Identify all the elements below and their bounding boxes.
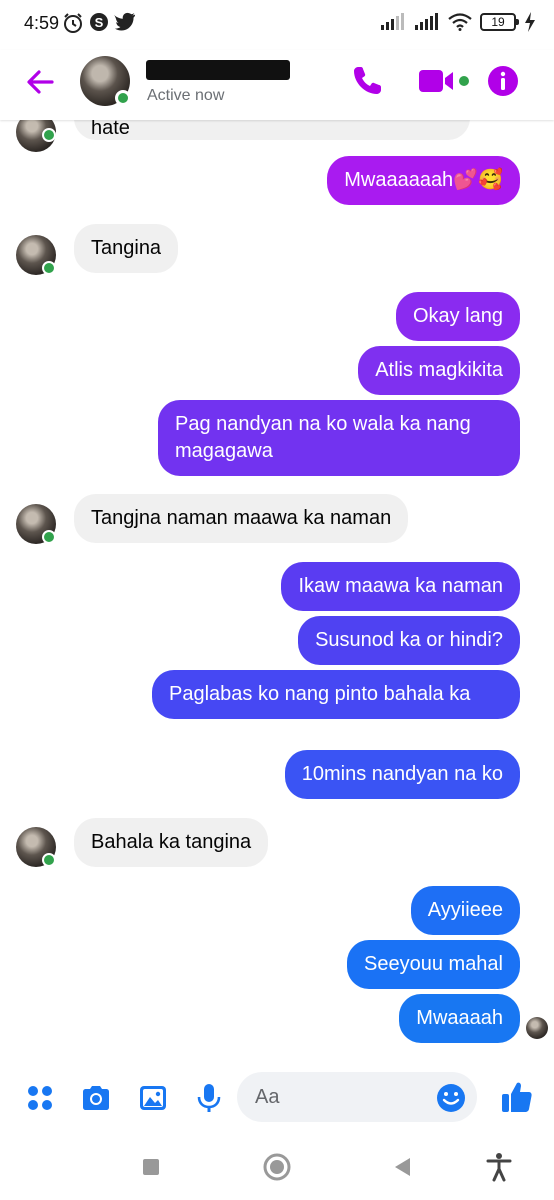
online-indicator (115, 90, 131, 106)
message-bubble-outgoing[interactable]: Mwaaaaaah💕🥰 (327, 156, 520, 205)
message-bubble-outgoing[interactable]: Mwaaaah (399, 994, 520, 1043)
charging-icon (525, 12, 535, 32)
skype-icon: S (90, 13, 108, 31)
thumbs-up-icon[interactable] (500, 1080, 534, 1114)
seen-receipt-avatar (526, 1017, 548, 1039)
message-bubble-outgoing[interactable]: Pag nandyan na ko wala ka nang magagawa (158, 400, 520, 476)
alarm-icon (64, 13, 82, 33)
message-bubble-outgoing[interactable]: 10mins nandyan na ko (284, 750, 520, 799)
back-triangle-icon[interactable] (388, 1152, 418, 1182)
online-indicator (42, 128, 56, 142)
message-bubble-incoming[interactable]: Tangjna naman maawa ka naman (74, 494, 409, 543)
signal-icon (415, 13, 438, 30)
emoji-icon[interactable] (436, 1083, 466, 1113)
video-camera-icon[interactable] (417, 64, 473, 98)
accessibility-icon[interactable] (484, 1152, 514, 1182)
message-bubble-outgoing[interactable]: Atlis magkikita (358, 346, 520, 395)
conversation-header: Active now (0, 50, 554, 120)
battery-icon: 19 (480, 13, 519, 31)
wifi-icon (448, 13, 472, 31)
svg-text:S: S (95, 15, 104, 30)
status-bar: 4:59 S 19 (0, 0, 554, 50)
message-bubble-outgoing[interactable]: Paglabas ko nang pinto bahala ka (152, 670, 520, 719)
phone-icon[interactable] (350, 64, 384, 98)
android-nav-bar (0, 1134, 554, 1200)
info-icon[interactable] (486, 64, 520, 98)
back-arrow-icon[interactable] (22, 64, 58, 100)
message-bubble-outgoing[interactable]: Susunod ka or hindi? (298, 616, 520, 665)
online-indicator (42, 853, 56, 867)
image-icon[interactable] (137, 1082, 169, 1114)
active-status: Active now (147, 87, 225, 104)
message-bubble-incoming[interactable]: Bahala ka tangina (74, 818, 269, 867)
recents-square-icon[interactable] (136, 1152, 166, 1182)
message-bubble-outgoing[interactable]: Ayyiieee (410, 886, 520, 935)
message-composer (0, 1062, 554, 1134)
message-bubble-incoming[interactable]: Tangina (74, 224, 179, 273)
message-list[interactable]: hate Mwaaaaaah💕🥰 Tangina Okay lang Atlis… (0, 120, 554, 1060)
status-time: 4:59 (24, 13, 60, 33)
message-bubble-incoming[interactable]: hate (74, 120, 470, 140)
signal-icon (381, 13, 404, 30)
message-bubble-outgoing[interactable]: Okay lang (395, 292, 520, 341)
apps-grid-icon[interactable] (24, 1082, 56, 1114)
message-bubble-outgoing[interactable]: Seeyouu mahal (347, 940, 520, 989)
home-circle-icon[interactable] (262, 1152, 292, 1182)
online-indicator (42, 530, 56, 544)
status-right-icons: 19 (380, 12, 536, 32)
online-indicator (42, 261, 56, 275)
message-bubble-outgoing[interactable]: Ikaw maawa ka naman (281, 562, 520, 611)
twitter-icon (114, 12, 136, 31)
contact-name[interactable] (146, 60, 290, 80)
camera-icon[interactable] (80, 1082, 112, 1114)
microphone-icon[interactable] (193, 1082, 225, 1114)
